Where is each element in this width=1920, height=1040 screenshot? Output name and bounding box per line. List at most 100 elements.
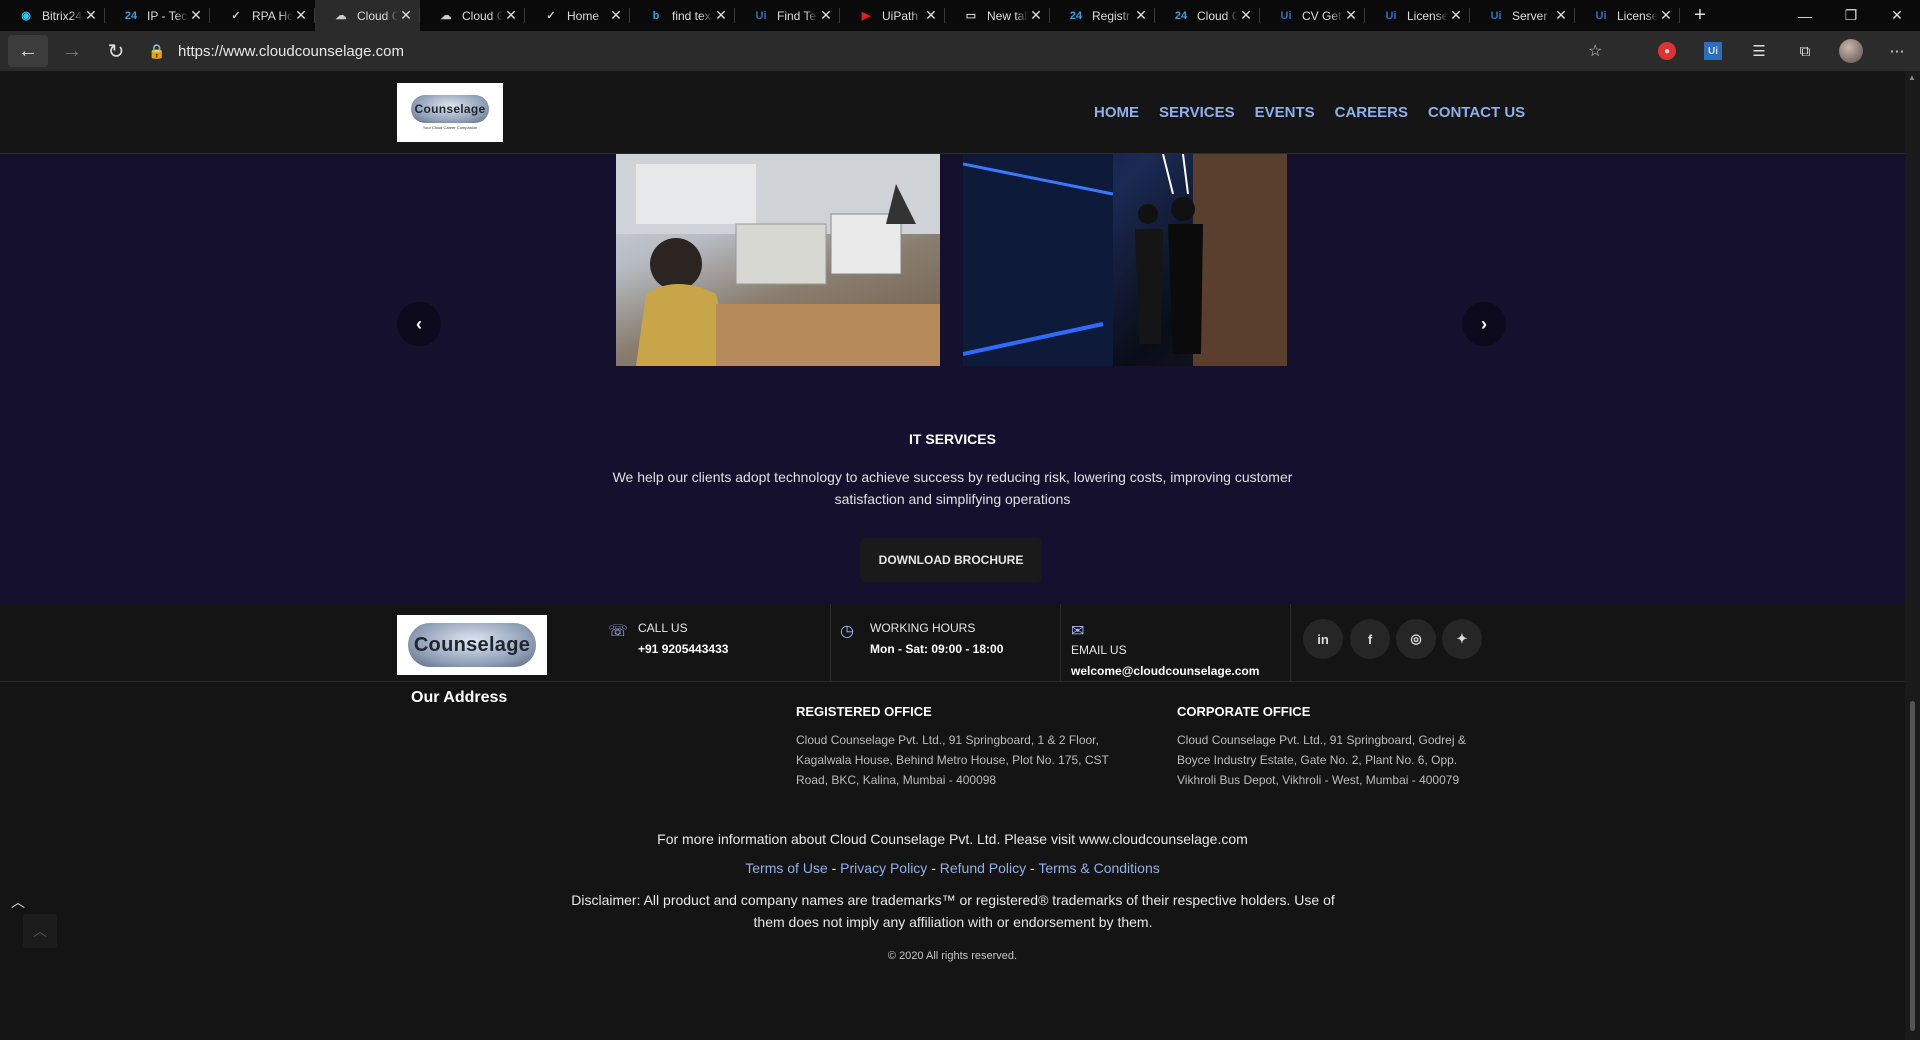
minimize-button[interactable]: — [1782,0,1828,31]
scroll-up-chevron-icon[interactable]: ︿ [11,892,25,912]
carousel-prev-button[interactable]: ‹ [397,302,441,346]
close-window-button[interactable]: ✕ [1874,0,1920,31]
close-tab-icon[interactable]: ✕ [293,7,309,24]
contact-divider [1060,604,1061,682]
youtube-icon: ▶ [861,10,871,22]
browser-tab[interactable]: ☁ Cloud C ✕ [420,0,525,31]
collections-icon[interactable]: ⧉ [1782,43,1828,60]
browser-tab[interactable]: Ui Find Te ✕ [735,0,840,31]
more-menu-icon[interactable]: ⋯ [1874,42,1920,60]
newtab-icon: ▭ [965,10,977,22]
clock-icon: ◷ [840,623,854,640]
contact-bar: Counselage ☏ CALL US +91 9205443433 ◷ WO… [0,604,1905,682]
browser-tab[interactable]: b find tex ✕ [630,0,735,31]
tab-label: License [1407,8,1448,23]
site-logo[interactable]: Counselage Your Cloud Career Companion [397,83,503,142]
linkedin-icon[interactable]: in [1303,619,1343,659]
tab-label: Cloud C [462,8,503,23]
refund-policy-link[interactable]: Refund Policy [940,860,1026,876]
forward-button[interactable]: → [52,35,92,67]
url-text[interactable]: https://www.cloudcounselage.com [178,43,1588,60]
close-tab-icon[interactable]: ✕ [1658,7,1674,24]
close-tab-icon[interactable]: ✕ [608,7,624,24]
back-button[interactable]: ← [8,35,48,67]
footer-logo[interactable]: Counselage [397,615,547,675]
scrollbar-thumb[interactable] [1910,701,1915,1031]
link-separator: - [1026,860,1039,876]
facebook-icon[interactable]: f [1350,619,1390,659]
carousel-next-button[interactable]: › [1462,302,1506,346]
browser-tab[interactable]: ✓ RPA Ho ✕ [210,0,315,31]
close-tab-icon[interactable]: ✕ [188,7,204,24]
new-tab-button[interactable]: + [1680,0,1720,31]
tab-label: RPA Ho [252,8,293,23]
close-tab-icon[interactable]: ✕ [503,7,519,24]
services-section: ‹ › IT SERVICES We help our clients adop… [0,154,1905,604]
working-hours-label: WORKING HOURS [870,621,976,635]
browser-tab[interactable]: Ui License ✕ [1575,0,1680,31]
nav-home[interactable]: HOME [1094,104,1139,121]
favorite-star-icon[interactable]: ☆ [1588,41,1618,61]
browser-tab[interactable]: ◉ Bitrix24 ✕ [0,0,105,31]
back-to-top-button[interactable]: ︿ [23,914,57,948]
browser-tab[interactable]: 24 Cloud C ✕ [1155,0,1260,31]
close-tab-icon[interactable]: ✕ [1553,7,1569,24]
address-bar[interactable]: 🔒 https://www.cloudcounselage.com ☆ [148,31,1618,71]
browser-tab[interactable]: Ui Server ✕ [1470,0,1575,31]
link-separator: - [827,860,841,876]
footer-logo-text: Counselage [413,633,531,656]
download-brochure-button[interactable]: DOWNLOAD BROCHURE [860,538,1042,582]
browser-tab[interactable]: Ui License ✕ [1365,0,1470,31]
nav-contact-us[interactable]: CONTACT US [1428,104,1525,121]
nav-events[interactable]: EVENTS [1255,104,1315,121]
extension-red-icon[interactable]: ● [1658,42,1676,60]
call-us-phone[interactable]: +91 9205443433 [638,642,728,656]
close-tab-icon[interactable]: ✕ [713,7,729,24]
privacy-policy-link[interactable]: Privacy Policy [840,860,927,876]
instagram-icon[interactable]: ◎ [1396,619,1436,659]
tab-label: Home [567,8,600,23]
tab-label: Cloud C [1197,8,1238,23]
scroll-up-arrow-icon[interactable]: ▲ [1908,73,1916,82]
browser-tab[interactable]: ▭ New tal ✕ [945,0,1050,31]
close-tab-icon[interactable]: ✕ [1343,7,1359,24]
restore-button[interactable]: ❐ [1828,0,1874,31]
email-address[interactable]: welcome@cloudcounselage.com [1071,664,1259,678]
favorites-icon[interactable]: ☰ [1736,42,1782,60]
working-hours-value: Mon - Sat: 09:00 - 18:00 [870,642,1004,656]
terms-of-use-link[interactable]: Terms of Use [745,860,827,876]
browser-tab[interactable]: 24 IP - Tec ✕ [105,0,210,31]
window-controls: — ❐ ✕ [1782,0,1920,31]
service-description: We help our clients adopt technology to … [612,469,1293,507]
browser-tab[interactable]: 24 Registr ✕ [1050,0,1155,31]
browser-tab[interactable]: ☁ Cloud C ✕ [315,0,420,31]
close-tab-icon[interactable]: ✕ [923,7,939,24]
page-scrollbar[interactable]: ▲ [1905,71,1920,1040]
twitter-icon[interactable]: ✦ [1442,619,1482,659]
refresh-button[interactable]: ↻ [96,35,136,67]
nav-services[interactable]: SERVICES [1159,104,1235,121]
contact-divider [830,604,831,682]
close-tab-icon[interactable]: ✕ [818,7,834,24]
close-tab-icon[interactable]: ✕ [1028,7,1044,24]
registered-office: REGISTERED OFFICE Cloud Counselage Pvt. … [796,704,1116,790]
close-tab-icon[interactable]: ✕ [1238,7,1254,24]
close-tab-icon[interactable]: ✕ [1133,7,1149,24]
terms-conditions-link[interactable]: Terms & Conditions [1038,860,1159,876]
nav-careers[interactable]: CAREERS [1335,104,1408,121]
close-tab-icon[interactable]: ✕ [1448,7,1464,24]
page-viewport: Counselage Your Cloud Career Companion H… [0,71,1905,1040]
uipath-extension-icon[interactable]: Ui [1704,42,1722,60]
profile-avatar[interactable] [1839,39,1863,63]
camera-icon: ◉ [21,10,31,22]
tab-label: Registr [1092,8,1131,23]
browser-tab[interactable]: Ui CV Get ✕ [1260,0,1365,31]
footer-cloud-logo-icon: Counselage [408,623,536,667]
contact-divider [1290,604,1291,682]
browser-tab[interactable]: ✓ Home ✕ [525,0,630,31]
tab-separator [1679,8,1680,23]
browser-tab[interactable]: ▶ UiPath ✕ [840,0,945,31]
close-tab-icon[interactable]: ✕ [83,7,99,24]
close-tab-icon[interactable]: ✕ [398,7,414,24]
call-us-label: CALL US [638,621,688,635]
